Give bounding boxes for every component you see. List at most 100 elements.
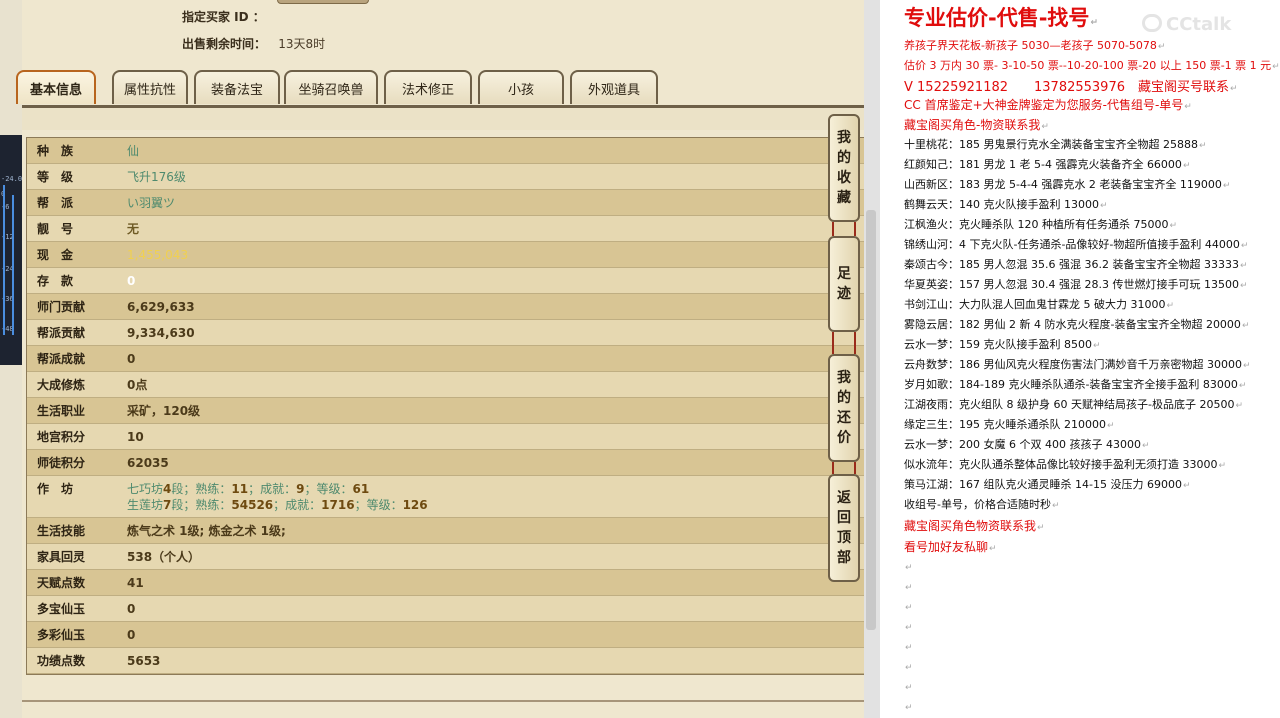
side-button-0[interactable]: 我的收藏: [828, 114, 860, 222]
info-value: 飞升176级: [127, 170, 186, 184]
cctalk-logo-icon: [1142, 14, 1162, 32]
tab-bar: 基本信息 属性抗性 装备法宝 坐骑召唤兽 法术修正 小孩 外观道具: [16, 70, 864, 106]
workshop-part: 126: [402, 497, 428, 512]
paragraph-mark-icon: ↵: [1242, 361, 1251, 371]
info-key: 功绩点数: [37, 654, 86, 668]
info-row: 等 级 飞升176级: [27, 164, 865, 190]
doc-line: 江湖夜雨：克火组队 8 级护身 60 天赋神结局孩子-极品底子 20500↵: [904, 396, 1243, 412]
doc-line-text: CC 首席鉴定+大神金牌鉴定为您服务-代售组号-单号: [904, 98, 1184, 112]
side-button-char: 收: [837, 170, 851, 186]
workshop-line: 生莲坊7段；熟练：54526；成就：1716；等级：126: [127, 497, 428, 513]
info-row: 家具回灵 538（个人）: [27, 544, 865, 570]
doc-line-text: 山西新区：183 男龙 5-4-4 强霹克水 2 老装备宝宝齐全 119000: [904, 178, 1222, 191]
tab-6[interactable]: 外观道具: [570, 70, 658, 104]
empty-paragraph: ↵: [904, 600, 913, 613]
info-key: 多宝仙玉: [37, 602, 86, 616]
mixer-level-label: -24.0: [1, 175, 23, 183]
info-row: 师徒积分 62035: [27, 450, 865, 476]
doc-line: V 15225921182 13782553976 藏宝阁买号联系↵: [904, 76, 1238, 95]
paragraph-mark-icon: ↵: [1218, 461, 1227, 471]
tab-4[interactable]: 法术修正: [384, 70, 472, 104]
paragraph-mark-icon: ↵: [1238, 381, 1247, 391]
paragraph-mark-icon: ↵: [1037, 523, 1045, 533]
info-key: 生活技能: [37, 524, 86, 538]
doc-line-text: 红颜知己：181 男龙 1 老 5-4 强霹克火装备齐全 66000: [904, 158, 1182, 171]
top-partial-button[interactable]: [277, 0, 369, 4]
info-row: 靓 号无: [27, 216, 865, 242]
info-key: 天赋点数: [37, 576, 86, 590]
side-button-char: 回: [837, 510, 851, 526]
doc-line-text: V 15225921182 13782553976 藏宝阁买号联系: [904, 80, 1229, 95]
doc-line-text: 十里桃花：185 男鬼景行克水全满装备宝宝齐全物超 25888: [904, 138, 1198, 151]
info-row: 天赋点数 41: [27, 570, 865, 596]
tab-1[interactable]: 属性抗性: [112, 70, 188, 104]
paragraph-mark-icon: ↵: [1106, 421, 1115, 431]
info-key: 等 级: [37, 170, 74, 184]
info-row: 大成修炼 0点: [27, 372, 865, 398]
workshop-part: 段；熟练：: [171, 481, 232, 496]
audio-mixer-panel: -24.00-6-12-24-36-48: [0, 135, 22, 365]
workshop-part: 11: [231, 481, 249, 496]
info-key: 种 族: [37, 144, 74, 158]
tab-0[interactable]: 基本信息: [16, 70, 96, 104]
info-key: 存 款: [37, 274, 74, 288]
paragraph-mark-icon: ↵: [1239, 281, 1248, 291]
info-key: 多彩仙玉: [37, 628, 86, 642]
window-gap: [864, 0, 880, 718]
paragraph-mark-icon: ↵: [1041, 122, 1049, 132]
side-button-char: 迹: [837, 286, 851, 302]
mixer-meter: [12, 195, 14, 335]
side-button-rope: [832, 462, 856, 474]
side-button-3[interactable]: 返回顶部: [828, 474, 860, 582]
info-value: 538（个人）: [127, 550, 201, 564]
doc-line-text: 收组号-单号，价格合适随时秒: [904, 498, 1051, 511]
paragraph-mark-icon: ↵: [1182, 481, 1191, 491]
paragraph-mark-icon: ↵: [1198, 141, 1207, 151]
paragraph-mark-icon: ↵: [989, 544, 997, 554]
doc-line: 云水一梦：200 女魔 6 个双 400 孩孩子 43000↵: [904, 436, 1150, 452]
info-row: 生活职业 采矿，120级: [27, 398, 865, 424]
paragraph-mark-icon: ↵: [1169, 221, 1178, 231]
empty-paragraph: ↵: [904, 700, 913, 713]
info-key: 现 金: [37, 248, 74, 262]
side-button-char: 足: [837, 266, 851, 282]
info-value: 1,455,043: [127, 247, 189, 262]
doc-line-text: 策马江湖：167 组队克火通灵睡杀 14-15 没压力 69000: [904, 478, 1182, 491]
doc-line: 十里桃花：185 男鬼景行克水全满装备宝宝齐全物超 25888↵: [904, 136, 1207, 152]
side-button-char: 价: [837, 430, 851, 446]
side-button-2[interactable]: 我的还价: [828, 354, 860, 462]
paragraph-mark-icon: ↵: [905, 583, 913, 593]
doc-line-text: 云水一梦：159 克火队接手盈利 8500: [904, 338, 1092, 351]
tab-2[interactable]: 装备法宝: [194, 70, 280, 104]
empty-paragraph: ↵: [904, 560, 913, 573]
side-button-1[interactable]: 足迹: [828, 236, 860, 332]
side-button-char: 部: [837, 550, 851, 566]
doc-line-text: 华夏英姿：157 男人忽混 30.4 强混 28.3 传世燃灯接手可玩 1350…: [904, 278, 1239, 291]
basic-info-table: 种 族 仙等 级 飞升176级帮 派 い羽翼ツ靓 号 无现 金 1,455,043 存 款 0…: [26, 137, 866, 675]
info-key: 生活职业: [37, 404, 86, 418]
paragraph-mark-icon: ↵: [905, 643, 913, 653]
tab-5[interactable]: 小孩: [478, 70, 564, 104]
paragraph-mark-icon: ↵: [1166, 301, 1175, 311]
info-key: 师门贡献: [37, 300, 86, 314]
doc-line-text: 云舟数梦：186 男仙风克火程度伤害法门满妙音千万亲密物超 30000: [904, 358, 1242, 371]
doc-line-text: 云水一梦：200 女魔 6 个双 400 孩孩子 43000: [904, 438, 1141, 451]
game-scrollbar-thumb[interactable]: [866, 210, 876, 630]
workshop-part: 61: [352, 481, 370, 496]
doc-line: 秦颂古今：185 男人忽混 35.6 强混 36.2 装备宝宝齐全物超 3333…: [904, 256, 1248, 272]
doc-line: 藏宝阁买角色-物资联系我↵: [904, 116, 1049, 133]
doc-line: 策马江湖：167 组队克火通灵睡杀 14-15 没压力 69000↵: [904, 476, 1190, 492]
doc-line: 岁月如歌：184-189 克火睡杀队通杀-装备宝宝齐全接手盈利 83000↵: [904, 376, 1246, 392]
doc-line: 缘定三生：195 克火睡杀通杀队 210000↵: [904, 416, 1115, 432]
side-button-char: 的: [837, 390, 851, 406]
workshop-part: 1716: [321, 497, 355, 512]
doc-line: 云舟数梦：186 男仙风克火程度伤害法门满妙音千万亲密物超 30000↵: [904, 356, 1251, 372]
doc-line: 鹤舞云天：140 克火队接手盈利 13000↵: [904, 196, 1108, 212]
workshop-part: 生莲坊: [127, 497, 164, 512]
info-value: 10: [127, 429, 144, 444]
workshop-part: 段；熟练：: [171, 497, 232, 512]
info-key: 大成修炼: [37, 378, 86, 392]
tab-3[interactable]: 坐骑召唤兽: [284, 70, 378, 104]
doc-line: 华夏英姿：157 男人忽混 30.4 强混 28.3 传世燃灯接手可玩 1350…: [904, 276, 1248, 292]
doc-line-text: 估价 3 万内 30 票- 3-10-50 票--10-20-100 票-20 …: [904, 59, 1272, 72]
